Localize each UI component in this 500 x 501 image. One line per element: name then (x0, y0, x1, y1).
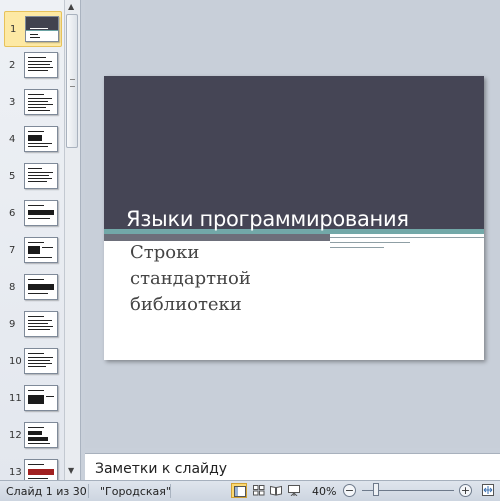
thumbnail-number: 1 (10, 24, 17, 35)
thumbnail-number: 3 (9, 97, 16, 108)
subtitle-line: Строки (130, 242, 200, 263)
status-bar: Слайд 1 из 30 "Городская" 40% − + (0, 480, 500, 501)
thumbnail-image (24, 126, 58, 152)
thumbnail-number: 4 (9, 134, 16, 145)
theme-name[interactable]: "Городская" (100, 485, 171, 498)
thumbnail-number: 11 (9, 393, 22, 404)
reading-view-button[interactable] (268, 483, 284, 498)
slide-sorter-icon (253, 485, 265, 496)
thumbnail-slide-5[interactable]: 5 (0, 159, 64, 193)
thumbnail-number: 10 (9, 356, 22, 367)
thumbnail-image (24, 89, 58, 115)
scroll-up-icon[interactable]: ▲ (68, 2, 74, 11)
scroll-down-icon[interactable]: ▼ (68, 466, 74, 475)
thumbnail-slide-7[interactable]: 7 (0, 233, 64, 267)
reading-view-icon (270, 485, 282, 496)
thumbnail-image (24, 311, 58, 337)
thumbnail-number: 6 (9, 208, 16, 219)
thumbnail-slide-6[interactable]: 6 (0, 196, 64, 230)
thumbnail-image (24, 348, 58, 374)
thumbnail-slide-12[interactable]: 12 (0, 418, 64, 452)
thumbnail-image (24, 237, 58, 263)
thumbnail-number: 13 (9, 467, 22, 478)
divider (88, 484, 89, 498)
slide-editing-area: Языки программирования Строки стандартно… (85, 0, 500, 448)
slide-thumbnail-pane[interactable]: 1 2 3 4 5 6 7 8 9 10 11 12 13 ▲ ▼ (0, 0, 81, 480)
notes-placeholder[interactable]: Заметки к слайду (95, 461, 227, 477)
slideshow-button[interactable] (286, 483, 302, 498)
divider (170, 484, 171, 498)
thumbnail-image (24, 274, 58, 300)
subtitle-line: библиотеки (130, 294, 242, 315)
normal-view-icon (234, 486, 246, 497)
thumbnail-number: 8 (9, 282, 16, 293)
zoom-level[interactable]: 40% (312, 485, 336, 498)
thumbnail-number: 12 (9, 430, 22, 441)
grip-icon (70, 79, 75, 87)
thumbnail-image (24, 385, 58, 411)
thumbnail-number: 7 (9, 245, 16, 256)
slide-subtitle[interactable]: Строки стандартной библиотеки (130, 240, 330, 318)
thumbnail-slide-11[interactable]: 11 (0, 381, 64, 415)
thumbnail-number: 5 (9, 171, 16, 182)
thumbnail-image (24, 52, 58, 78)
zoom-in-button[interactable]: + (459, 484, 472, 497)
slide-rule (330, 247, 384, 248)
zoom-out-button[interactable]: − (343, 484, 356, 497)
slide-rule (330, 237, 484, 238)
thumbnail-image (24, 459, 58, 480)
thumbnail-image (24, 200, 58, 226)
slide-counter: Слайд 1 из 30 (6, 485, 87, 498)
thumbnail-number: 9 (9, 319, 16, 330)
thumbnail-slide-3[interactable]: 3 (0, 85, 64, 119)
thumbnail-slide-8[interactable]: 8 (0, 270, 64, 304)
fit-to-window-icon (482, 484, 494, 496)
scrollbar-thumb[interactable] (66, 14, 78, 148)
thumbnail-number: 2 (9, 60, 16, 71)
thumbnail-slide-9[interactable]: 9 (0, 307, 64, 341)
thumbnail-slide-4[interactable]: 4 (0, 122, 64, 156)
fit-to-window-button[interactable] (481, 483, 497, 498)
thumbnail-slide-2[interactable]: 2 (0, 48, 64, 82)
thumbnail-image (24, 422, 58, 448)
thumbnail-slide-13[interactable]: 13 (0, 455, 64, 480)
slideshow-icon (288, 485, 300, 496)
thumbnail-image (24, 163, 58, 189)
notes-pane[interactable]: Заметки к слайду (85, 453, 500, 481)
slide-canvas[interactable]: Языки программирования Строки стандартно… (104, 76, 484, 360)
thumbnail-slide-10[interactable]: 10 (0, 344, 64, 378)
normal-view-button[interactable] (231, 483, 247, 498)
thumbnail-slide-1[interactable]: 1 (4, 11, 62, 47)
subtitle-line: стандартной (130, 268, 251, 289)
slide-rule (330, 242, 410, 243)
thumbnail-image (25, 16, 59, 42)
thumbnail-scrollbar[interactable]: ▲ ▼ (64, 0, 80, 480)
slide-sorter-button[interactable] (251, 483, 267, 498)
slide-title[interactable]: Языки программирования (126, 207, 409, 231)
zoom-slider-thumb[interactable] (373, 483, 379, 496)
